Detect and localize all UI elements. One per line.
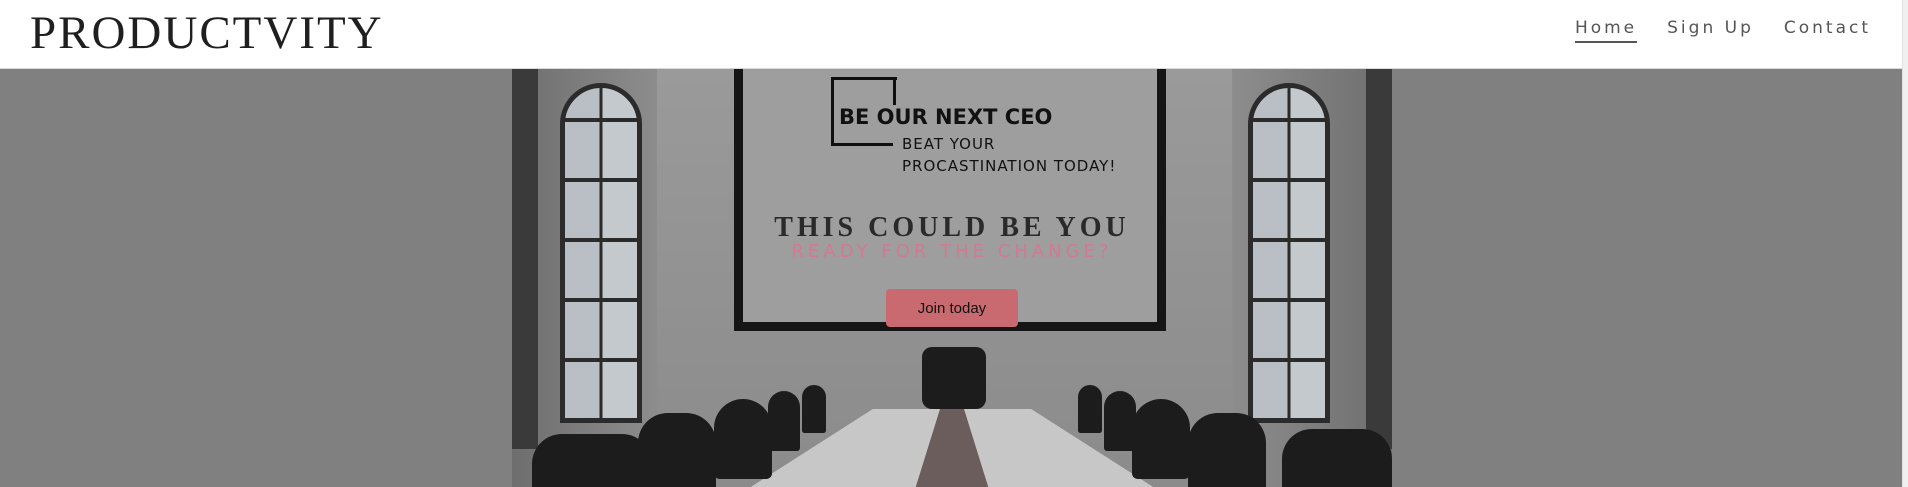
screen-subheading-line-1: BEAT YOUR [902,135,996,153]
nav-contact-link[interactable]: Contact [1784,18,1871,43]
nav-home-link[interactable]: Home [1574,18,1638,43]
page: PRODUCTVITY Home Sign Up Contact BE OUR … [0,0,1908,487]
chair [1282,429,1392,487]
chair [532,434,652,487]
screen-subheading: BEAT YOUR PROCASTINATION TODAY! [902,133,1116,177]
main-nav: Home Sign Up Contact [1574,18,1871,43]
screen-subheading-line-2: PROCASTINATION TODAY! [902,157,1117,175]
hero-subtitle: READY FOR THE CHANGE? [791,241,1113,262]
hero-section: BE OUR NEXT CEO BEAT YOUR PROCASTINATION… [0,69,1902,487]
nav-signup-link[interactable]: Sign Up [1667,18,1754,43]
chair [922,347,986,409]
bracket-logo-base [831,143,893,146]
join-today-button[interactable]: Join today [886,289,1018,327]
bracket-logo-edge [893,77,896,105]
chair [638,413,716,487]
chair [1132,399,1190,479]
chair [714,399,772,479]
chair [802,385,826,433]
chair [768,391,800,451]
hero-title: THIS COULD BE YOU [774,212,1130,243]
page-scrollbar[interactable] [1902,0,1908,487]
brand-logo[interactable]: PRODUCTVITY [30,6,384,60]
chair [1188,413,1266,487]
site-header: PRODUCTVITY Home Sign Up Contact [0,0,1908,69]
boardroom-image: BE OUR NEXT CEO BEAT YOUR PROCASTINATION… [512,69,1392,487]
chair [1078,385,1102,433]
screen-heading: BE OUR NEXT CEO [839,105,1053,129]
